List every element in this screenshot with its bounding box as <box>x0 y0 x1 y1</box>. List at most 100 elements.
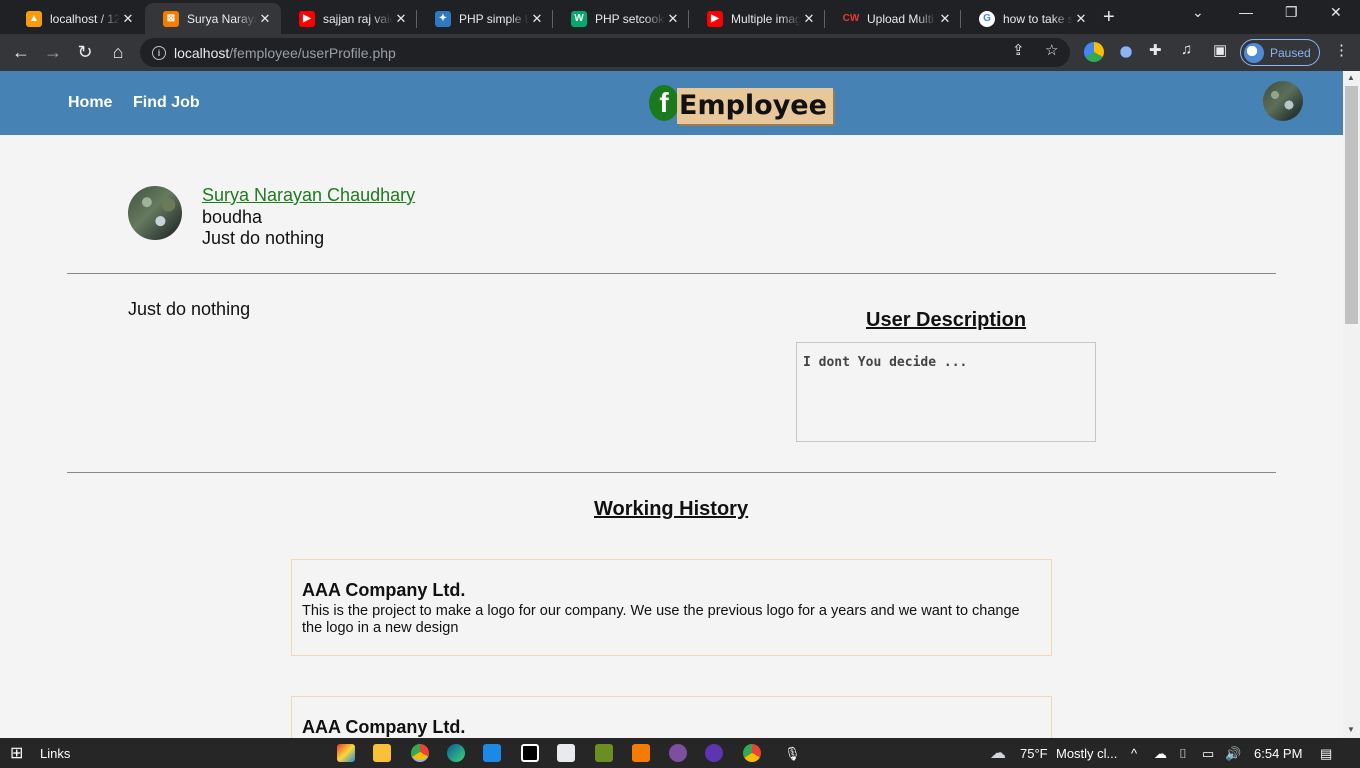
logo-wordmark: Employee <box>677 88 833 124</box>
phpmyadmin-icon: ▲ <box>26 10 42 27</box>
user-description-heading: User Description <box>866 309 1027 331</box>
app-icon[interactable] <box>557 744 575 762</box>
close-icon[interactable]: ✕ <box>120 11 136 27</box>
close-icon[interactable]: ✕ <box>1073 11 1089 27</box>
edge-icon[interactable] <box>447 744 465 762</box>
nav-find-job-link[interactable]: Find Job <box>133 94 200 112</box>
intellij-icon[interactable] <box>521 744 539 762</box>
start-button[interactable]: ⊞ <box>10 743 23 763</box>
browser-tab[interactable]: ▶ Multiple imag ✕ <box>689 3 825 34</box>
new-tab-button[interactable]: + <box>1103 6 1115 29</box>
close-icon[interactable]: ✕ <box>937 11 953 27</box>
tab-title: Multiple imag <box>731 11 801 26</box>
network-icon[interactable]: ▭ <box>1202 746 1214 762</box>
address-bar[interactable]: i localhost/femployee/userProfile.php <box>140 38 1070 67</box>
volume-icon[interactable]: 🔊 <box>1225 746 1241 762</box>
reload-button[interactable]: ↻ <box>73 40 97 64</box>
weather-temperature[interactable]: 75°F <box>1020 746 1048 761</box>
menu-icon[interactable]: ⋮ <box>1334 41 1349 59</box>
weather-icon[interactable]: ☁ <box>990 743 1006 763</box>
user-description-box[interactable]: I dont You decide ... <box>796 342 1096 442</box>
forward-button[interactable]: → <box>41 40 65 64</box>
camera-icon[interactable]: ⌷ <box>1179 746 1187 762</box>
browser-tab[interactable]: W PHP setcooki ✕ <box>553 3 689 34</box>
url-path: /femployee/userProfile.php <box>229 44 396 61</box>
nav-home-link[interactable]: Home <box>68 94 112 112</box>
job-company: AAA Company Ltd. <box>302 717 466 737</box>
paint-app-icon[interactable] <box>337 744 355 762</box>
window-close-button[interactable]: ✕ <box>1330 4 1342 21</box>
profile-subtitle: boudha <box>202 207 263 227</box>
media-control-icon[interactable]: ♫ <box>1181 41 1192 58</box>
browser-tab[interactable]: ▶ sajjan raj vaid ✕ <box>281 3 417 34</box>
restore-button[interactable]: ❐ <box>1285 4 1298 21</box>
browser-tab[interactable]: G how to take s ✕ <box>961 3 1097 34</box>
tab-strip: ▲ localhost / 12 ✕ ⊠ Surya Narayan ✕ ▶ s… <box>0 0 1360 34</box>
extension-icon[interactable] <box>1116 42 1136 62</box>
extension-icon[interactable] <box>1084 42 1104 62</box>
app-icon[interactable] <box>705 744 723 762</box>
tab-search-icon[interactable]: ⌄ <box>1192 4 1204 21</box>
side-panel-icon[interactable]: ▣ <box>1213 41 1227 59</box>
browser-tab[interactable]: ▲ localhost / 12 ✕ <box>8 3 144 34</box>
profile-about: Just do nothing <box>128 299 251 319</box>
working-history-heading: Working History <box>594 498 749 520</box>
clock[interactable]: 6:54 PM <box>1254 746 1302 761</box>
profile-avatar <box>1244 42 1264 63</box>
tab-title: Surya Narayan <box>187 11 257 26</box>
close-icon[interactable]: ✕ <box>529 11 545 27</box>
divider <box>67 472 1276 473</box>
notification-icon[interactable]: ▤ <box>1320 746 1332 762</box>
share-icon[interactable]: ⇪ <box>1012 41 1025 59</box>
job-description: This is the project to make a logo for o… <box>302 603 1020 636</box>
scroll-down-arrow[interactable]: ▼ <box>1347 725 1355 734</box>
site-info-icon[interactable]: i <box>152 45 166 60</box>
w3schools-icon: W <box>571 10 587 27</box>
user-avatar[interactable] <box>1263 81 1303 121</box>
site-logo[interactable]: f Employee <box>649 84 833 126</box>
tab-title: Upload Multi <box>867 11 934 26</box>
viber-icon[interactable] <box>669 744 687 762</box>
scroll-up-arrow[interactable]: ▲ <box>1347 73 1355 82</box>
profile-name-link[interactable]: Surya Narayan Chaudhary <box>202 185 415 206</box>
back-button[interactable]: ← <box>9 40 33 64</box>
job-company: AAA Company Ltd. <box>302 580 466 600</box>
file-explorer-icon[interactable] <box>373 744 391 762</box>
chevron-up-icon[interactable]: ^ <box>1131 746 1137 761</box>
windows-taskbar: ⊞ Links 🎙 ☁ 75°F Mostly cl... ^ ☁ ⌷ ▭ 🔊 … <box>0 738 1360 768</box>
logo-f-badge: f <box>649 85 679 121</box>
extensions-puzzle-icon[interactable]: ✚ <box>1149 41 1162 59</box>
close-icon[interactable]: ✕ <box>257 11 273 27</box>
minimize-button[interactable]: — <box>1239 4 1253 20</box>
scrollbar-thumb[interactable] <box>1345 86 1358 324</box>
profile-button[interactable]: Paused <box>1240 39 1320 66</box>
weather-condition[interactable]: Mostly cl... <box>1056 746 1117 761</box>
tab-title: PHP simple L <box>459 11 529 26</box>
url-host: localhost <box>174 44 230 61</box>
xampp-icon[interactable] <box>632 744 650 762</box>
vscode-icon[interactable] <box>483 744 501 762</box>
close-icon[interactable]: ✕ <box>393 11 409 27</box>
browser-tab[interactable]: ✦ PHP simple L ✕ <box>417 3 553 34</box>
microphone-icon[interactable]: 🎙 <box>784 746 801 762</box>
home-button[interactable]: ⌂ <box>106 40 130 64</box>
browser-tab-active[interactable]: ⊠ Surya Narayan ✕ <box>145 3 281 34</box>
youtube-icon: ▶ <box>299 10 315 27</box>
profile-avatar <box>128 186 182 240</box>
visual-studio-code-icon: ✦ <box>435 10 451 27</box>
divider <box>67 273 1276 274</box>
close-icon[interactable]: ✕ <box>801 11 817 27</box>
chrome-icon[interactable] <box>743 744 761 762</box>
game-app-icon[interactable] <box>595 744 613 762</box>
profile-tagline: Just do nothing <box>202 228 325 248</box>
links-toolbar[interactable]: Links <box>40 746 70 761</box>
browser-tab[interactable]: CW Upload Multi ✕ <box>825 3 961 34</box>
close-icon[interactable]: ✕ <box>665 11 681 27</box>
onedrive-icon[interactable]: ☁ <box>1154 746 1167 762</box>
page-scrollbar[interactable]: ▲ ▼ <box>1343 71 1360 738</box>
codewithharry-icon: CW <box>843 10 859 27</box>
bookmark-star-icon[interactable]: ☆ <box>1045 41 1058 59</box>
site-navbar: Home Find Job f Employee <box>0 71 1343 135</box>
chrome-icon[interactable] <box>411 744 429 762</box>
profile-status: Paused <box>1270 45 1311 60</box>
